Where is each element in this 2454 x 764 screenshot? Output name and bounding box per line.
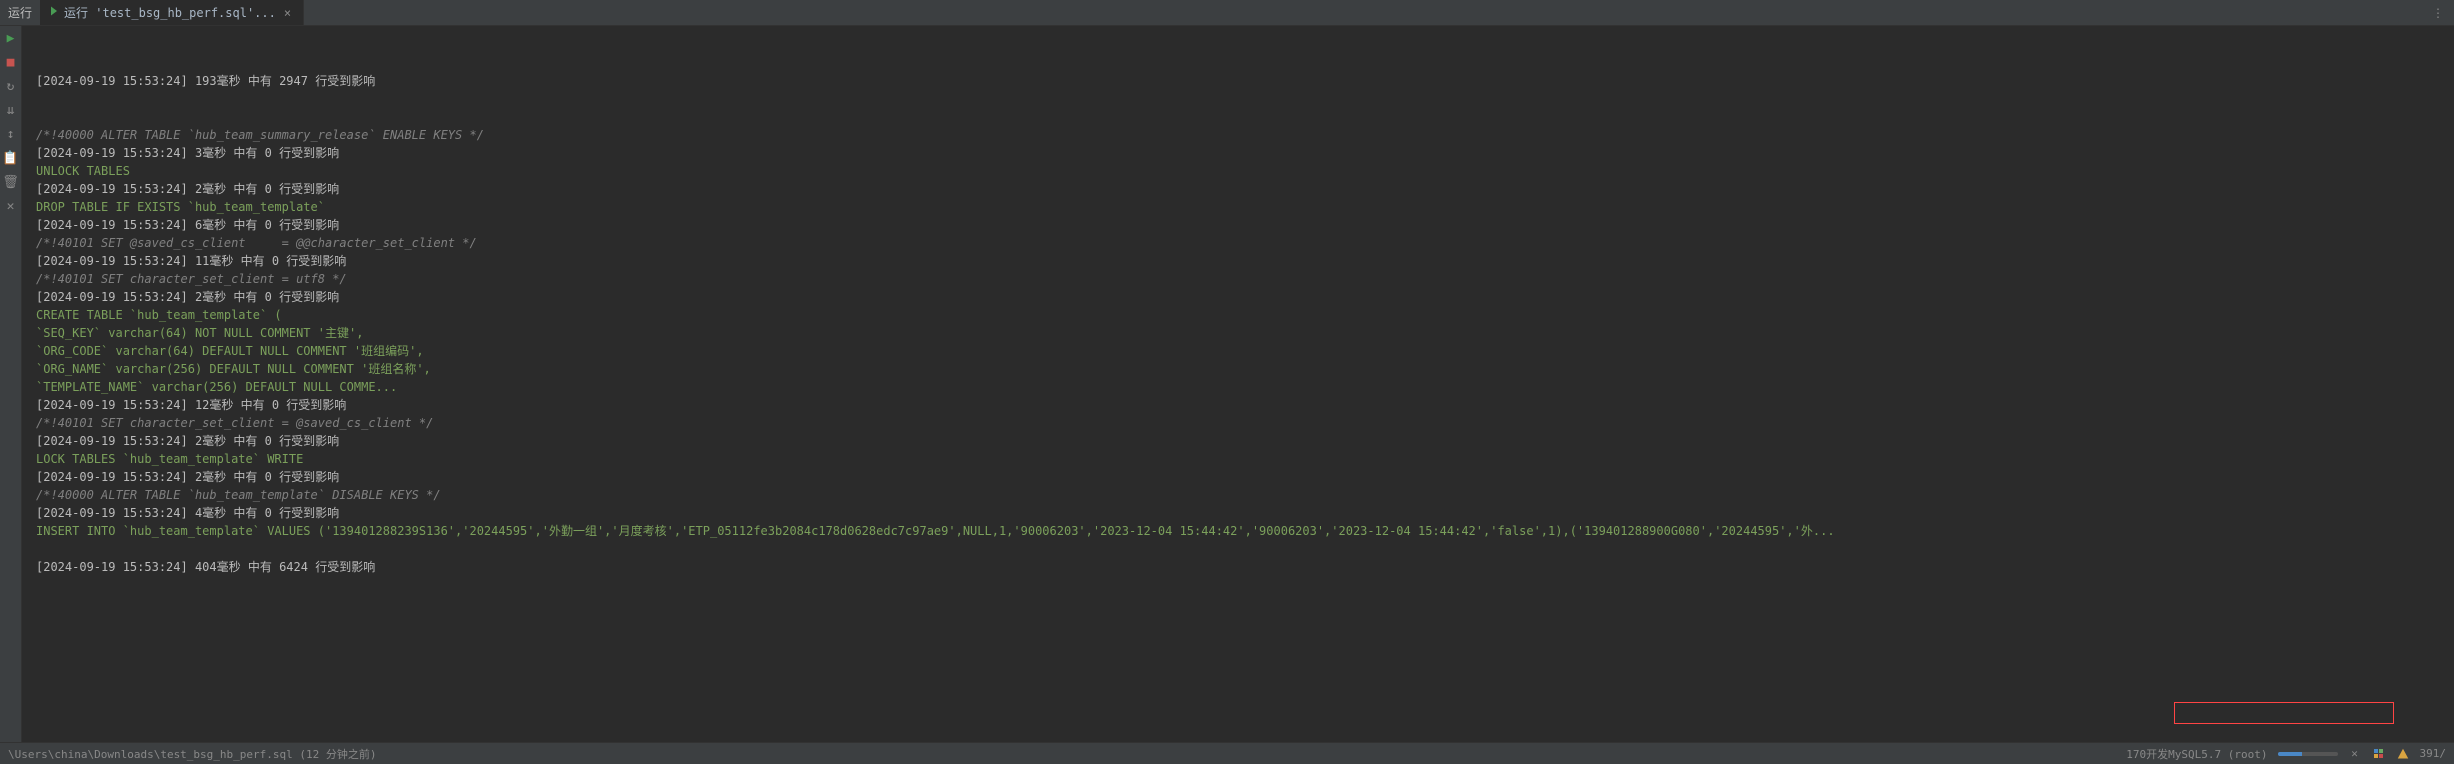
console-line: [2024-09-19 15:53:24] 4毫秒 中有 0 行受到影响: [36, 504, 2440, 522]
console-line: [2024-09-19 15:53:24] 2毫秒 中有 0 行受到影响: [36, 288, 2440, 306]
console-line: [36, 90, 2440, 108]
console-line: [2024-09-19 15:53:24] 2毫秒 中有 0 行受到影响: [36, 432, 2440, 450]
wrap-icon[interactable]: ↕: [3, 126, 19, 142]
console-output[interactable]: [2024-09-19 15:53:24] 193毫秒 中有 2947 行受到影…: [22, 26, 2454, 742]
warning-icon[interactable]: [2396, 747, 2410, 761]
console-line: `ORG_NAME` varchar(256) DEFAULT NULL COM…: [36, 360, 2440, 378]
console-line: [2024-09-19 15:53:24] 2毫秒 中有 0 行受到影响: [36, 180, 2440, 198]
console-line: UNLOCK TABLES: [36, 162, 2440, 180]
tab-title: 运行 'test_bsg_hb_perf.sql'...: [64, 4, 276, 21]
restart-icon[interactable]: ↻: [3, 78, 19, 94]
console-line: /*!40101 SET character_set_client = utf8…: [36, 270, 2440, 288]
console-line: `TEMPLATE_NAME` varchar(256) DEFAULT NUL…: [36, 378, 2440, 396]
status-bar: \Users\china\Downloads\test_bsg_hb_perf.…: [0, 742, 2454, 764]
console-line: [2024-09-19 15:53:24] 6毫秒 中有 0 行受到影响: [36, 216, 2440, 234]
console-line: DROP TABLE IF EXISTS `hub_team_template`: [36, 198, 2440, 216]
console-line: INSERT INTO `hub_team_template` VALUES (…: [36, 522, 2440, 540]
console-line: [2024-09-19 15:53:24] 404毫秒 中有 6424 行受到影…: [36, 558, 2440, 576]
console-line: `ORG_CODE` varchar(64) DEFAULT NULL COMM…: [36, 342, 2440, 360]
progress-bar: [2278, 752, 2338, 756]
status-left: \Users\china\Downloads\test_bsg_hb_perf.…: [8, 746, 377, 762]
trash-icon[interactable]: 🗑: [3, 174, 19, 190]
console-line: [2024-09-19 15:53:24] 3毫秒 中有 0 行受到影响: [36, 144, 2440, 162]
console-line: /*!40000 ALTER TABLE `hub_team_summary_r…: [36, 126, 2440, 144]
more-menu-icon[interactable]: ⋮: [2422, 6, 2454, 20]
connection-label[interactable]: 170开发MySQL5.7 (root): [2126, 746, 2267, 762]
close-icon[interactable]: ×: [280, 6, 295, 20]
status-count: 391/: [2420, 747, 2447, 760]
stop-icon[interactable]: ■: [3, 54, 19, 70]
rerun-icon[interactable]: ▶: [3, 30, 19, 46]
console-line: LOCK TABLES `hub_team_template` WRITE: [36, 450, 2440, 468]
windows-grid-icon[interactable]: [2372, 747, 2386, 761]
cancel-progress-icon[interactable]: ✕: [2348, 747, 2362, 761]
console-line: `SEQ_KEY` varchar(64) NOT NULL COMMENT '…: [36, 324, 2440, 342]
console-line: [36, 540, 2440, 558]
console-line: [2024-09-19 15:53:24] 193毫秒 中有 2947 行受到影…: [36, 72, 2440, 90]
run-icon: [48, 5, 60, 20]
status-right: 170开发MySQL5.7 (root) ✕ 391/: [2126, 746, 2446, 762]
console-line: CREATE TABLE `hub_team_template` (: [36, 306, 2440, 324]
console-line: /*!40000 ALTER TABLE `hub_team_template`…: [36, 486, 2440, 504]
console-line: [2024-09-19 15:53:24] 11毫秒 中有 0 行受到影响: [36, 252, 2440, 270]
main-area: ▶ ■ ↻ ⇊ ↕ 📋 🗑 ✕ [2024-09-19 15:53:24] 19…: [0, 26, 2454, 742]
console-line: [2024-09-19 15:53:24] 12毫秒 中有 0 行受到影响: [36, 396, 2440, 414]
console-line: [2024-09-19 15:53:24] 2毫秒 中有 0 行受到影响: [36, 468, 2440, 486]
left-toolbar: ▶ ■ ↻ ⇊ ↕ 📋 🗑 ✕: [0, 26, 22, 742]
print-icon[interactable]: 📋: [3, 150, 19, 166]
active-tab[interactable]: 运行 'test_bsg_hb_perf.sql'... ×: [40, 0, 304, 25]
console-line: /*!40101 SET character_set_client = @sav…: [36, 414, 2440, 432]
console-line: [36, 108, 2440, 126]
progress-fill: [2278, 752, 2302, 756]
run-section-label: 运行: [0, 4, 40, 21]
file-path-label: \Users\china\Downloads\test_bsg_hb_perf.…: [8, 746, 377, 762]
close-panel-icon[interactable]: ✕: [3, 198, 19, 214]
top-bar: 运行 运行 'test_bsg_hb_perf.sql'... × ⋮: [0, 0, 2454, 26]
scroll-down-icon[interactable]: ⇊: [3, 102, 19, 118]
console-line: /*!40101 SET @saved_cs_client = @@charac…: [36, 234, 2440, 252]
